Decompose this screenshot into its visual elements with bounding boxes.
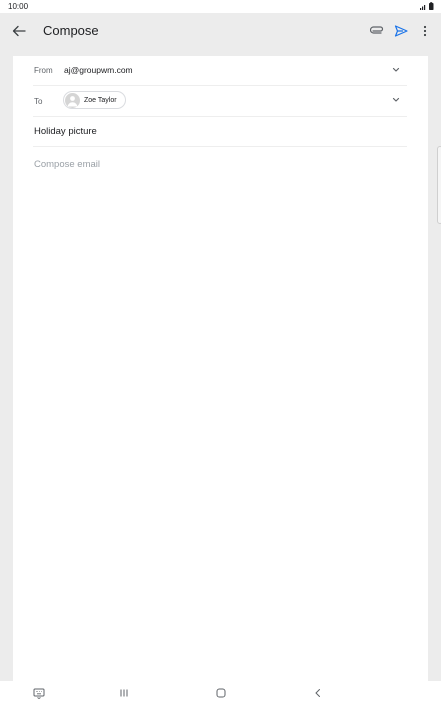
avatar	[65, 92, 80, 108]
status-bar: 10:00	[0, 0, 441, 13]
recipient-chip[interactable]: Zoe Taylor	[63, 91, 126, 109]
recents-icon[interactable]	[116, 686, 132, 700]
home-icon[interactable]	[213, 686, 229, 700]
back-arrow-icon[interactable]	[8, 21, 30, 41]
attach-icon[interactable]	[367, 22, 387, 40]
from-label: From	[34, 66, 53, 75]
body-placeholder: Compose email	[34, 159, 100, 170]
edge-panel-handle[interactable]	[437, 146, 441, 224]
compose-sheet: From aj@groupwm.com To Zoe Taylor Holida…	[13, 56, 428, 681]
from-address[interactable]: aj@groupwm.com	[64, 65, 133, 75]
back-icon[interactable]	[310, 686, 326, 700]
app-bar: Compose	[0, 13, 441, 49]
chevron-down-icon[interactable]	[389, 63, 403, 77]
send-icon[interactable]	[391, 21, 411, 41]
more-vert-icon[interactable]	[415, 21, 435, 41]
to-label: To	[34, 97, 43, 106]
keyboard-icon[interactable]	[31, 686, 47, 700]
status-time: 10:00	[8, 2, 29, 11]
navigation-bar	[0, 681, 441, 706]
recipient-name: Zoe Taylor	[84, 96, 117, 104]
chevron-down-icon[interactable]	[389, 93, 403, 107]
to-row: To Zoe Taylor	[33, 85, 407, 117]
page-title: Compose	[43, 23, 99, 38]
from-row: From aj@groupwm.com	[33, 56, 407, 86]
signal-battery-icon	[419, 2, 435, 11]
subject-row[interactable]: Holiday picture	[33, 116, 407, 147]
subject-field[interactable]: Holiday picture	[34, 126, 97, 137]
body-field[interactable]: Compose email	[34, 154, 408, 654]
